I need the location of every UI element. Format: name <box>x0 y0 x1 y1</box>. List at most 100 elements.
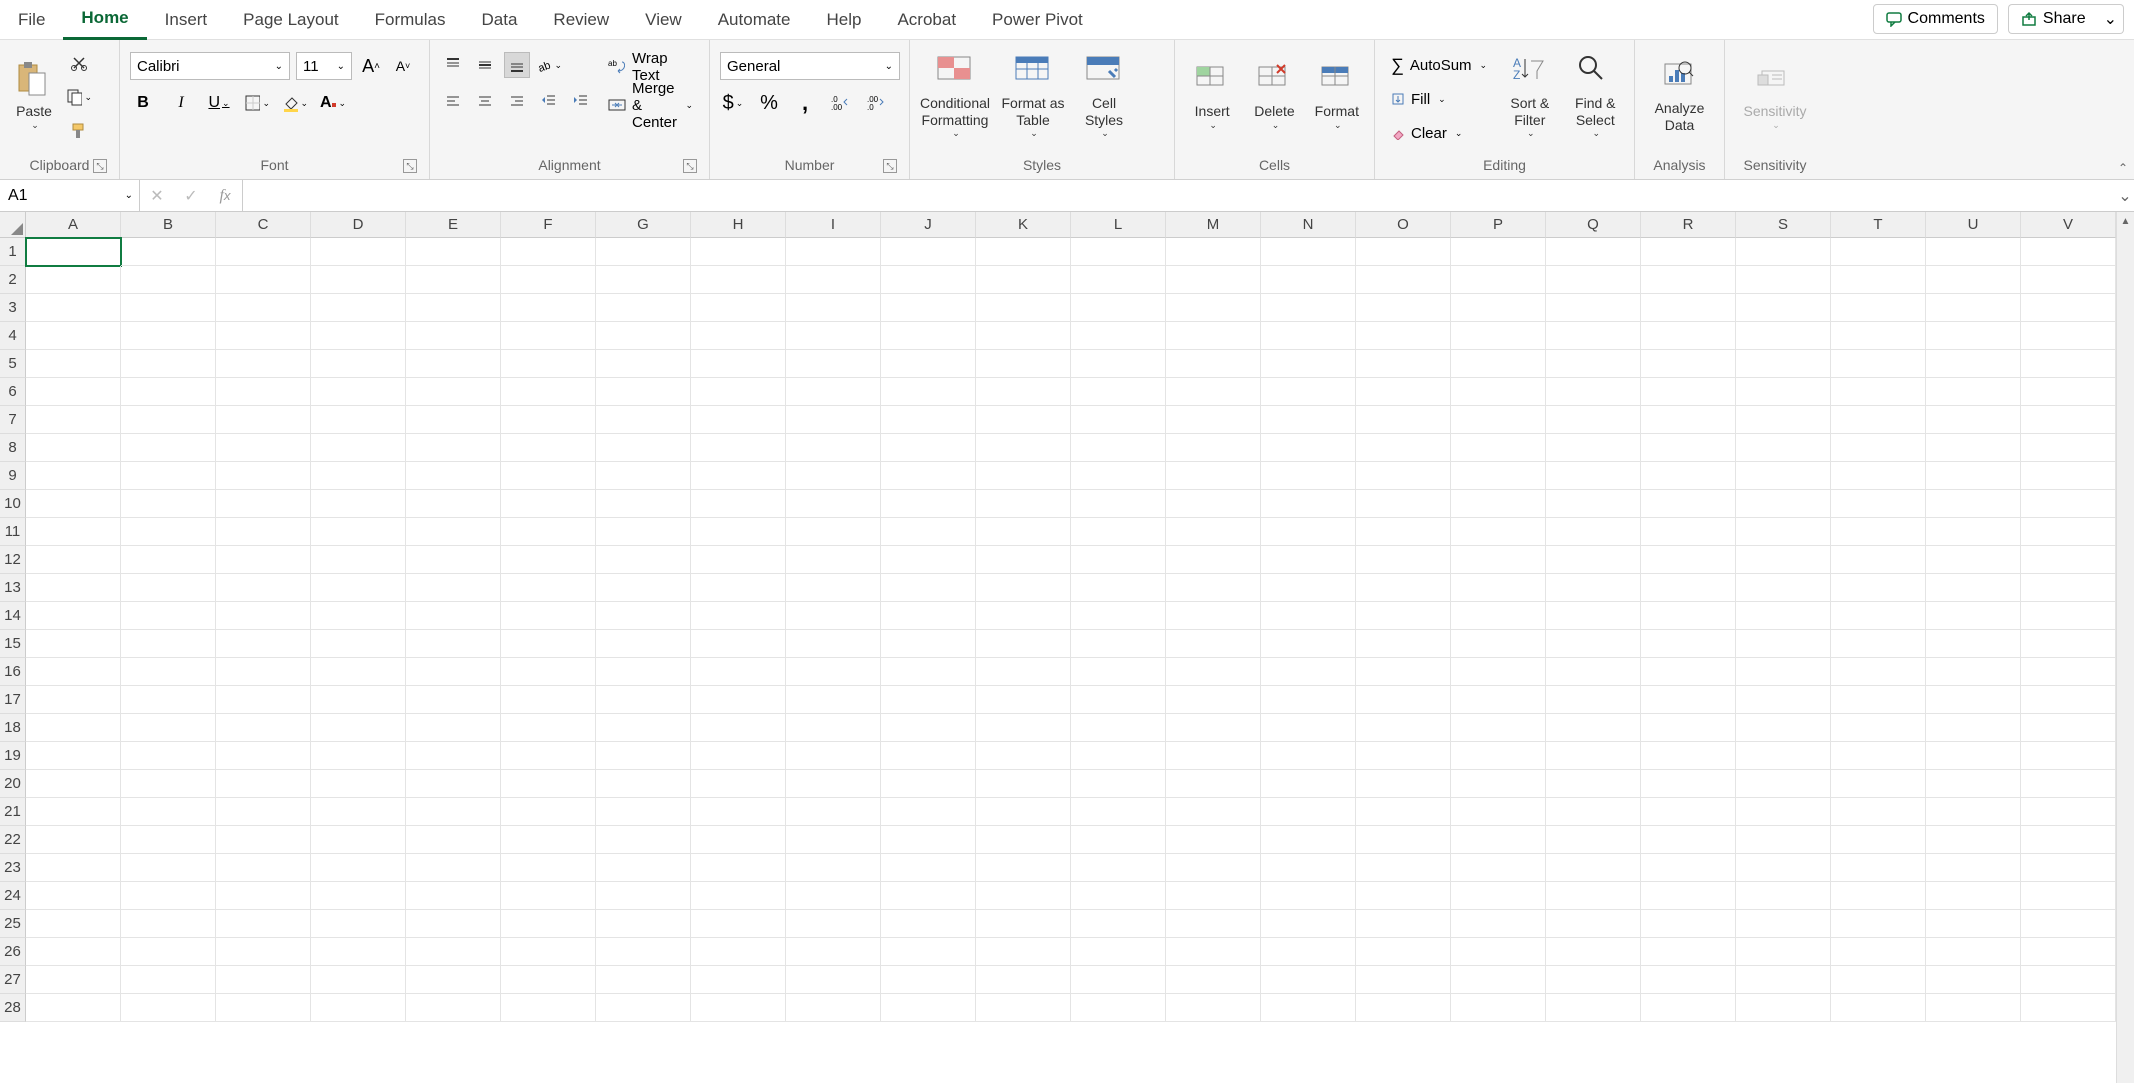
cell[interactable] <box>406 770 501 798</box>
cell[interactable] <box>596 658 691 686</box>
cell[interactable] <box>1736 378 1831 406</box>
cell[interactable] <box>1261 238 1356 266</box>
cell[interactable] <box>1831 910 1926 938</box>
cell[interactable] <box>1071 406 1166 434</box>
cell[interactable] <box>121 714 216 742</box>
cell[interactable] <box>1071 966 1166 994</box>
cell[interactable] <box>1071 322 1166 350</box>
cell[interactable] <box>406 798 501 826</box>
cell[interactable] <box>1546 854 1641 882</box>
cell[interactable] <box>406 966 501 994</box>
font-launcher[interactable]: ⤡ <box>403 159 417 173</box>
cell[interactable] <box>881 350 976 378</box>
cell[interactable] <box>26 686 121 714</box>
cell[interactable] <box>881 406 976 434</box>
cell[interactable] <box>1166 518 1261 546</box>
cell[interactable] <box>1071 462 1166 490</box>
column-header[interactable]: O <box>1356 212 1451 238</box>
cell[interactable] <box>976 518 1071 546</box>
cell[interactable] <box>1641 938 1736 966</box>
clipboard-launcher[interactable]: ⤡ <box>93 159 107 173</box>
cell[interactable] <box>1261 658 1356 686</box>
cell[interactable] <box>1261 574 1356 602</box>
cell[interactable] <box>1261 462 1356 490</box>
cell[interactable] <box>1451 714 1546 742</box>
cell[interactable] <box>786 826 881 854</box>
cell[interactable] <box>881 658 976 686</box>
cell[interactable] <box>121 434 216 462</box>
cell[interactable] <box>121 462 216 490</box>
cell[interactable] <box>406 742 501 770</box>
cell[interactable] <box>1356 574 1451 602</box>
cell[interactable] <box>1261 546 1356 574</box>
cell[interactable] <box>976 826 1071 854</box>
cell[interactable] <box>596 238 691 266</box>
column-header[interactable]: T <box>1831 212 1926 238</box>
cell[interactable] <box>2021 602 2116 630</box>
cell[interactable] <box>501 238 596 266</box>
cell[interactable] <box>1546 686 1641 714</box>
cell[interactable] <box>216 854 311 882</box>
cell[interactable] <box>1261 490 1356 518</box>
cell[interactable] <box>1451 406 1546 434</box>
cell[interactable] <box>1166 434 1261 462</box>
cell[interactable] <box>26 546 121 574</box>
align-center-button[interactable] <box>472 88 498 114</box>
cell[interactable] <box>2021 770 2116 798</box>
cell[interactable] <box>2021 854 2116 882</box>
cell[interactable] <box>26 378 121 406</box>
cell[interactable] <box>1831 882 1926 910</box>
cell[interactable] <box>1736 938 1831 966</box>
cell[interactable] <box>2021 322 2116 350</box>
row-header[interactable]: 24 <box>0 882 26 910</box>
cell[interactable] <box>1166 798 1261 826</box>
cell[interactable] <box>121 770 216 798</box>
cell[interactable] <box>881 238 976 266</box>
row-header[interactable]: 18 <box>0 714 26 742</box>
cell[interactable] <box>1261 322 1356 350</box>
cell[interactable] <box>691 658 786 686</box>
cell[interactable] <box>2021 882 2116 910</box>
cell[interactable] <box>1641 630 1736 658</box>
cell[interactable] <box>976 854 1071 882</box>
row-header[interactable]: 22 <box>0 826 26 854</box>
cell[interactable] <box>1641 742 1736 770</box>
cell[interactable] <box>1831 714 1926 742</box>
cell[interactable] <box>786 882 881 910</box>
cell[interactable] <box>1831 994 1926 1022</box>
fill-button[interactable]: Fill⌄ <box>1385 84 1493 114</box>
cell[interactable] <box>216 462 311 490</box>
cell[interactable] <box>216 770 311 798</box>
cell[interactable] <box>26 658 121 686</box>
cell[interactable] <box>596 462 691 490</box>
cell[interactable] <box>311 630 406 658</box>
cell[interactable] <box>1546 714 1641 742</box>
cell[interactable] <box>1166 350 1261 378</box>
cell[interactable] <box>26 826 121 854</box>
cell[interactable] <box>1736 238 1831 266</box>
cell[interactable] <box>1071 378 1166 406</box>
cell[interactable] <box>691 630 786 658</box>
cell[interactable] <box>976 434 1071 462</box>
cell[interactable] <box>1926 294 2021 322</box>
cell[interactable] <box>501 882 596 910</box>
comments-button[interactable]: Comments <box>1873 4 1998 34</box>
cell[interactable] <box>1641 322 1736 350</box>
cell[interactable] <box>1926 322 2021 350</box>
cell[interactable] <box>311 546 406 574</box>
cell[interactable] <box>1261 266 1356 294</box>
cell[interactable] <box>311 462 406 490</box>
alignment-launcher[interactable]: ⤡ <box>683 159 697 173</box>
cell[interactable] <box>1641 882 1736 910</box>
cell[interactable] <box>216 994 311 1022</box>
cell[interactable] <box>786 798 881 826</box>
cell[interactable] <box>976 378 1071 406</box>
cell[interactable] <box>501 322 596 350</box>
cell[interactable] <box>1926 714 2021 742</box>
cell[interactable] <box>1546 938 1641 966</box>
cell[interactable] <box>596 742 691 770</box>
cell[interactable] <box>1641 462 1736 490</box>
column-header[interactable]: V <box>2021 212 2116 238</box>
cell[interactable] <box>1261 630 1356 658</box>
cell[interactable] <box>1926 854 2021 882</box>
